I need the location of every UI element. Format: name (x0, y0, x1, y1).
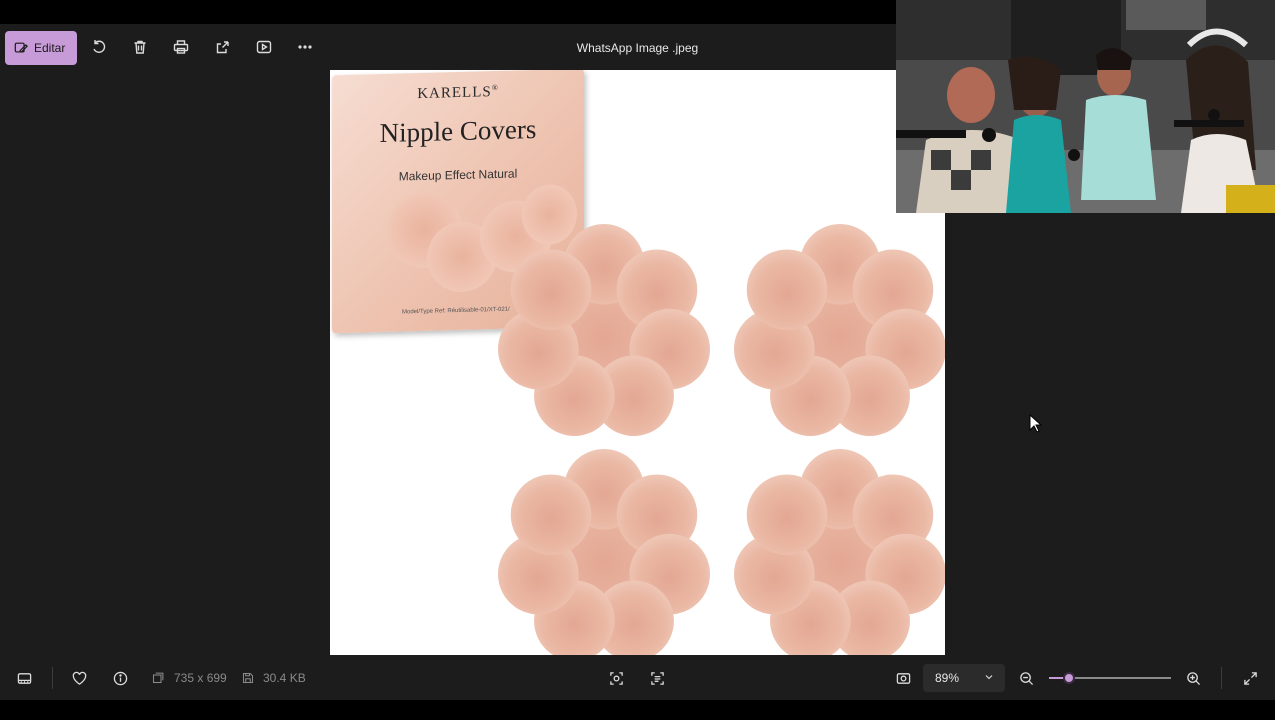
webcam-feed-image (896, 0, 1275, 213)
filmstrip-icon[interactable] (14, 668, 34, 688)
more-options-icon[interactable] (294, 36, 316, 58)
edit-button-label: Editar (34, 41, 66, 55)
product-subtitle: Makeup Effect Natural (398, 166, 518, 184)
slideshow-icon[interactable] (253, 36, 275, 58)
zoom-level-value: 89% (935, 671, 960, 685)
separator (1221, 667, 1222, 689)
product-model-text: Model/Type Ref: Réutilisable-01/XT-021/ (402, 306, 510, 316)
share-icon[interactable] (212, 36, 234, 58)
product-title: Nipple Covers (379, 113, 537, 149)
zoom-slider-thumb[interactable] (1063, 672, 1075, 684)
displayed-photo: KARELLS® Nipple Covers Makeup Effect Nat… (330, 70, 945, 655)
webcam-overlay (896, 0, 1275, 213)
chevron-down-icon (985, 675, 993, 680)
separator (52, 667, 53, 689)
rotate-icon[interactable] (88, 36, 110, 58)
image-dimensions: 735 x 699 (174, 671, 227, 685)
zoom-in-icon[interactable] (1183, 668, 1203, 688)
flower-cover-shape (498, 224, 710, 436)
fullscreen-icon[interactable] (1240, 668, 1260, 688)
product-brand: KARELLS® (417, 82, 499, 103)
viewer-status-bar: 735 x 699 30.4 KB 89% (0, 655, 1275, 700)
file-size: 30.4 KB (263, 671, 306, 685)
favorite-heart-icon[interactable] (69, 668, 89, 688)
flower-cover-shape (498, 449, 710, 655)
flower-cover-shape (734, 449, 945, 655)
print-icon[interactable] (170, 36, 192, 58)
zoom-slider[interactable] (1049, 672, 1171, 684)
info-icon[interactable] (110, 668, 130, 688)
edit-image-icon (14, 42, 28, 53)
text-recognition-icon[interactable] (647, 668, 667, 688)
mouse-cursor-icon (1029, 414, 1043, 433)
zoom-out-icon[interactable] (1016, 668, 1036, 688)
actual-size-icon[interactable] (893, 668, 913, 688)
zoom-level-dropdown[interactable]: 89% (923, 664, 1005, 692)
bottom-black-strip (0, 700, 1275, 720)
flower-cover-shape (734, 224, 945, 436)
edit-button[interactable]: Editar (5, 31, 77, 65)
delete-icon[interactable] (129, 36, 151, 58)
visual-search-icon[interactable] (606, 668, 626, 688)
file-title: WhatsApp Image .jpeg (576, 41, 699, 55)
file-size-icon (242, 672, 254, 684)
dimensions-icon (152, 672, 164, 684)
